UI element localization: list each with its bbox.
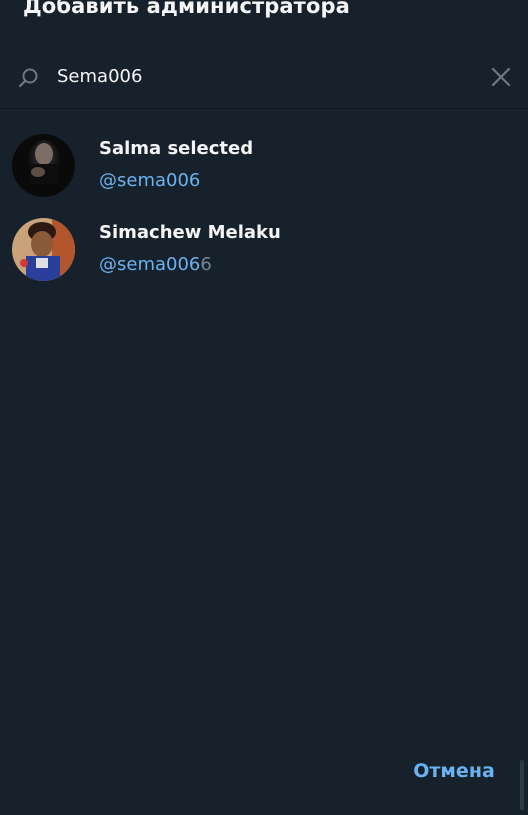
contact-name: Salma selected (99, 138, 254, 159)
username-match: @sema006 (99, 170, 201, 191)
list-item[interactable]: Simachew Melaku @sema0066 (0, 208, 528, 292)
contact-username: @sema0066 (99, 254, 212, 275)
search-input[interactable] (57, 64, 457, 88)
cancel-button[interactable]: Отмена (404, 753, 504, 789)
list-item[interactable]: Salma selected @sema006 (0, 124, 528, 208)
contact-username: @sema006 (99, 170, 200, 191)
search-icon (18, 68, 38, 88)
results-list: Salma selected @sema006 Simachew Melaku … (0, 124, 528, 292)
avatar (12, 134, 75, 197)
search-bar (0, 44, 528, 109)
avatar (12, 218, 75, 281)
dialog-title: Добавить администратора (23, 0, 350, 18)
username-rest: 6 (200, 254, 212, 275)
close-icon[interactable] (488, 64, 514, 90)
username-match: @sema006 (99, 254, 201, 275)
resize-handle[interactable] (520, 760, 524, 810)
contact-name: Simachew Melaku (99, 222, 281, 243)
add-admin-dialog: Добавить администратора Sema006 Salma se… (0, 0, 528, 815)
